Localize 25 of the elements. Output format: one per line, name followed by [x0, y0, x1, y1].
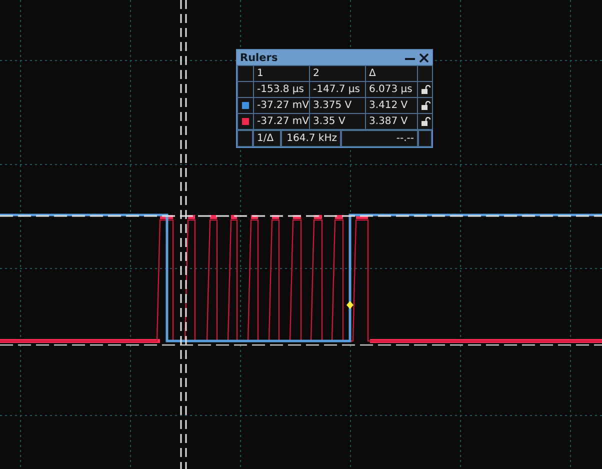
table-cell: -153.8 µs: [254, 82, 310, 98]
lock-icon[interactable]: [421, 84, 431, 94]
footer-label: 1/Δ: [253, 130, 281, 147]
column-header: 2: [310, 66, 366, 82]
cursor-line[interactable]: [0, 215, 602, 217]
table-cell: 3.387 V: [366, 114, 418, 130]
cursor-marker: [346, 301, 354, 309]
table-cell: 6.073 µs: [366, 82, 418, 98]
table-cell: 3.412 V: [366, 98, 418, 114]
panel-title: Rulers: [240, 52, 279, 64]
table-cell: 3.35 V: [310, 114, 366, 130]
cursor-line[interactable]: [180, 0, 182, 469]
footer-reading: --.--: [341, 130, 418, 147]
close-icon[interactable]: [419, 52, 429, 62]
column-header: Δ: [366, 66, 418, 82]
lock-icon[interactable]: [421, 116, 431, 126]
table-cell: -37.27 mV: [254, 114, 310, 130]
column-header: 1: [254, 66, 310, 82]
cursor-line[interactable]: [185, 0, 187, 469]
table-cell: 3.375 V: [310, 98, 366, 114]
frequency-value: 164.7 kHz: [281, 130, 341, 147]
table-cell: -37.27 mV: [254, 98, 310, 114]
lock-icon[interactable]: [421, 100, 431, 110]
cursor-line[interactable]: [0, 344, 602, 346]
table-cell: -147.7 µs: [310, 82, 366, 98]
